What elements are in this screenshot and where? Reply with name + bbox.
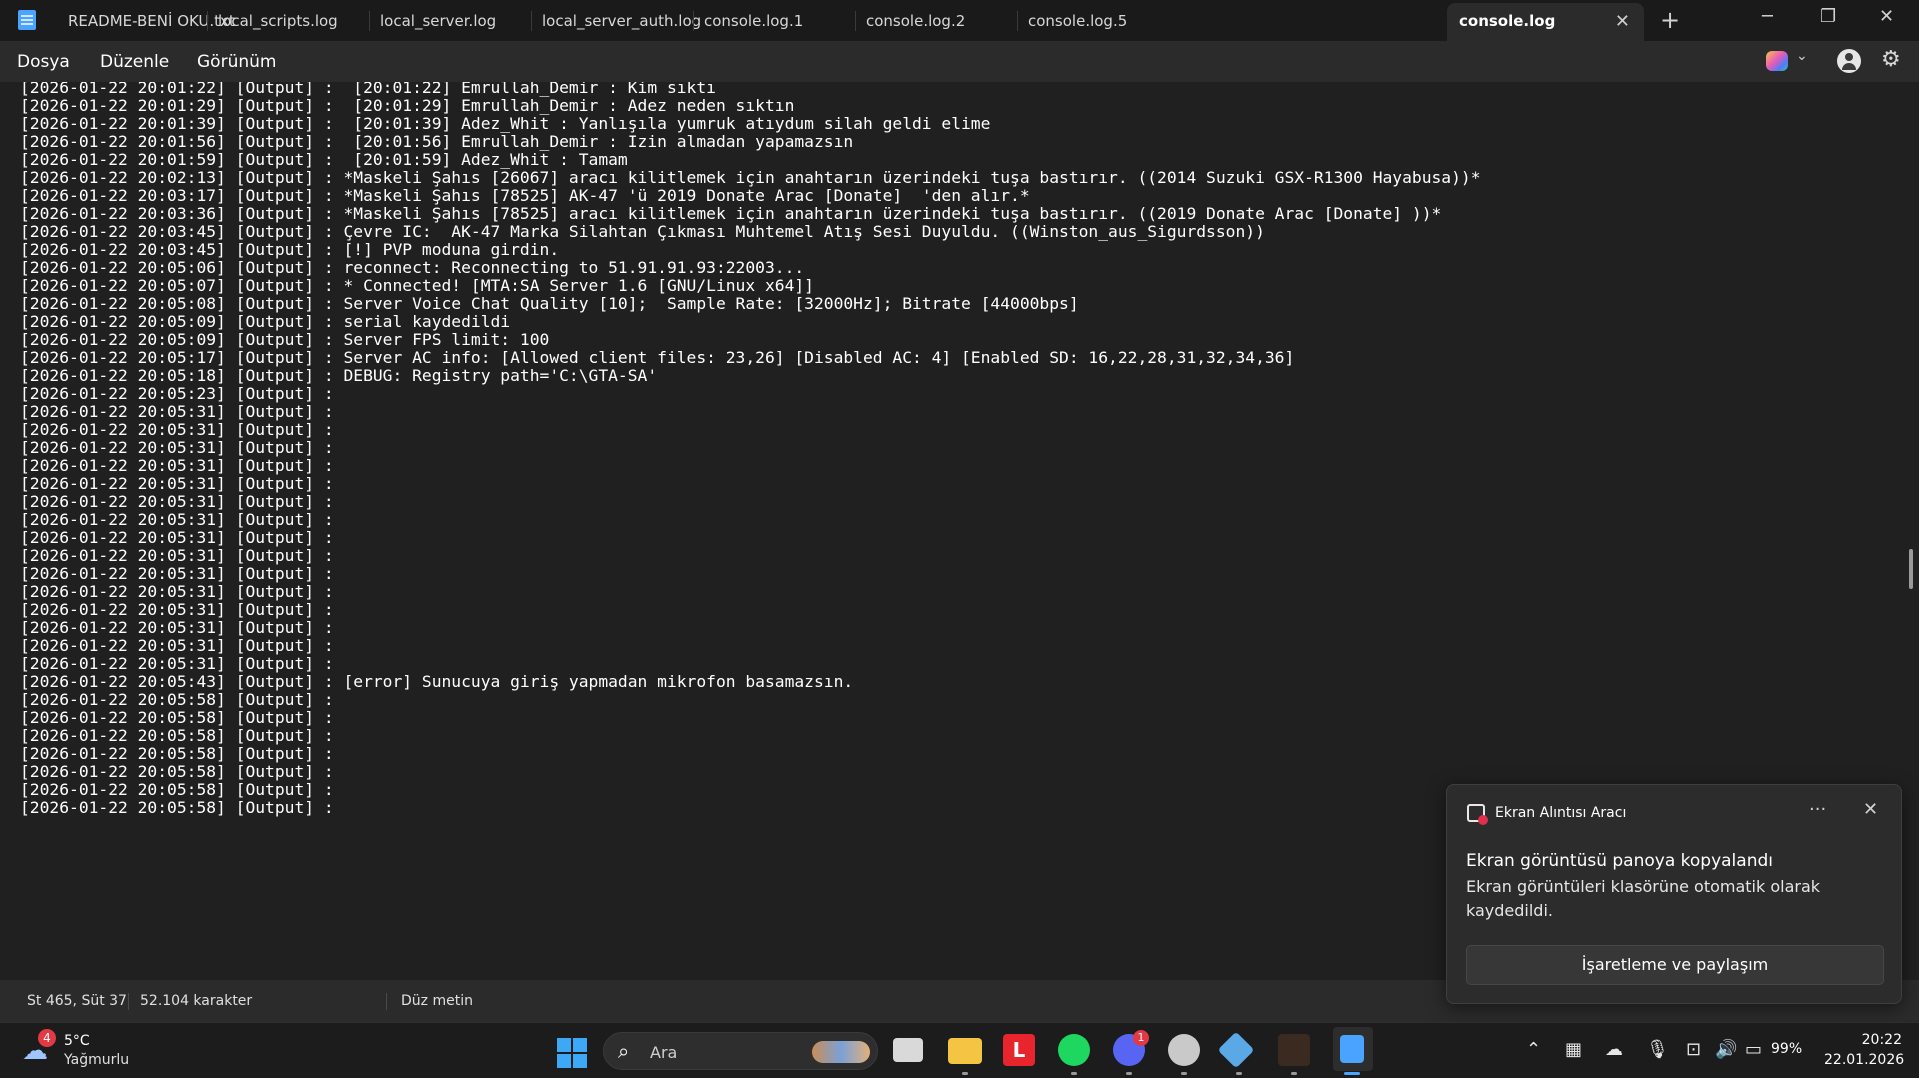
toast-title: Ekran görüntüsü panoya kopyalandı [1466, 851, 1773, 871]
search-icon: ⌕ [618, 1039, 630, 1063]
clock-date[interactable]: 22.01.2026 [1824, 1052, 1904, 1068]
notepad-taskbar-icon[interactable] [1340, 1035, 1364, 1063]
game-launcher-icon[interactable] [1278, 1034, 1310, 1066]
discord-badge: 1 [1133, 1030, 1149, 1046]
taskbar: ☁ 4 5°C Yağmurlu ⌕ Ara L 1 ⌃ ▦ ☁ 🎙 ⊡ 🔊 ▭… [0, 1022, 1919, 1078]
tab-console-log-1[interactable]: console.log.1 [692, 0, 848, 41]
onedrive-icon[interactable]: ☁ [1605, 1039, 1623, 1060]
tab-local-server-auth[interactable]: local_server_auth.log [530, 0, 701, 41]
show-hidden-icons-button[interactable]: ⌃ [1526, 1039, 1541, 1060]
toast-app-name: Ekran Alıntısı Aracı [1495, 805, 1627, 821]
task-view-icon[interactable] [893, 1038, 923, 1062]
snipping-tool-icon [1467, 804, 1488, 825]
tab-console-log-5[interactable]: console.log.5 [1016, 0, 1172, 41]
chatgpt-icon[interactable] [1168, 1034, 1200, 1066]
copilot-icon[interactable] [1766, 51, 1788, 71]
file-explorer-icon[interactable] [948, 1038, 982, 1064]
new-tab-button[interactable]: + [1660, 6, 1680, 34]
toast-body: Ekran görüntüleri klasörüne otomatik ola… [1466, 877, 1821, 920]
weather-badge: 4 [38, 1029, 56, 1047]
gpu-tray-icon[interactable]: ▦ [1565, 1039, 1582, 1060]
clock-time[interactable]: 20:22 [1858, 1032, 1902, 1048]
start-button[interactable] [557, 1038, 587, 1068]
menu-file[interactable]: Dosya [17, 52, 70, 72]
close-tab-icon[interactable]: ✕ [1615, 3, 1630, 40]
close-window-button[interactable]: ✕ [1879, 6, 1894, 27]
battery-percent[interactable]: 99% [1771, 1041, 1802, 1057]
app-diamond-icon[interactable] [1217, 1031, 1255, 1069]
weather-condition[interactable]: Yağmurlu [64, 1052, 129, 1068]
tab-readme[interactable]: README-BENİ OKU.txt [56, 0, 235, 41]
lapsus-app-icon[interactable]: L [1003, 1034, 1035, 1066]
menu-edit[interactable]: Düzenle [100, 52, 169, 72]
close-toast-icon[interactable]: ✕ [1863, 799, 1878, 820]
taskbar-search[interactable]: ⌕ Ara [603, 1032, 878, 1070]
temperature[interactable]: 5°C [64, 1033, 90, 1049]
search-highlight-art [812, 1041, 870, 1063]
tab-bar: README-BENİ OKU.txt local_scripts.log lo… [0, 0, 1919, 41]
menu-view[interactable]: Görünüm [197, 52, 276, 72]
notification-toast: Ekran Alıntısı Aracı ··· ✕ Ekran görüntü… [1446, 784, 1902, 1004]
chevron-down-icon[interactable]: ⌄ [1796, 48, 1808, 64]
restore-button[interactable]: ❐ [1820, 6, 1836, 27]
tab-local-scripts[interactable]: local_scripts.log [206, 0, 362, 41]
char-count: 52.104 karakter [140, 993, 253, 1009]
microphone-icon[interactable]: 🎙 [1646, 1039, 1669, 1060]
tab-local-server[interactable]: local_server.log [368, 0, 524, 41]
menu-bar: Dosya Düzenle Görünüm [0, 41, 1919, 82]
log-line: [2026-01-22 20:05:58] [Output] : [20, 798, 334, 817]
minimize-button[interactable]: ─ [1762, 6, 1773, 27]
spotify-icon[interactable] [1058, 1034, 1090, 1066]
tab-console-log[interactable]: console.log ✕ [1447, 3, 1644, 41]
volume-icon[interactable]: 🔊 [1715, 1039, 1737, 1060]
text-format: Düz metin [401, 993, 473, 1009]
account-avatar[interactable] [1837, 49, 1861, 73]
battery-icon[interactable]: ▭ [1745, 1039, 1762, 1060]
notepad-icon [18, 10, 36, 30]
scrollbar-thumb[interactable] [1909, 549, 1913, 589]
markup-share-button[interactable]: İşaretleme ve paylaşım [1466, 945, 1884, 985]
more-options-icon[interactable]: ··· [1809, 799, 1826, 820]
tab-console-log-2[interactable]: console.log.2 [854, 0, 1010, 41]
cursor-position: St 465, Süt 37 [27, 993, 127, 1009]
network-icon[interactable]: ⊡ [1686, 1039, 1701, 1060]
settings-gear-icon[interactable]: ⚙ [1881, 47, 1901, 72]
